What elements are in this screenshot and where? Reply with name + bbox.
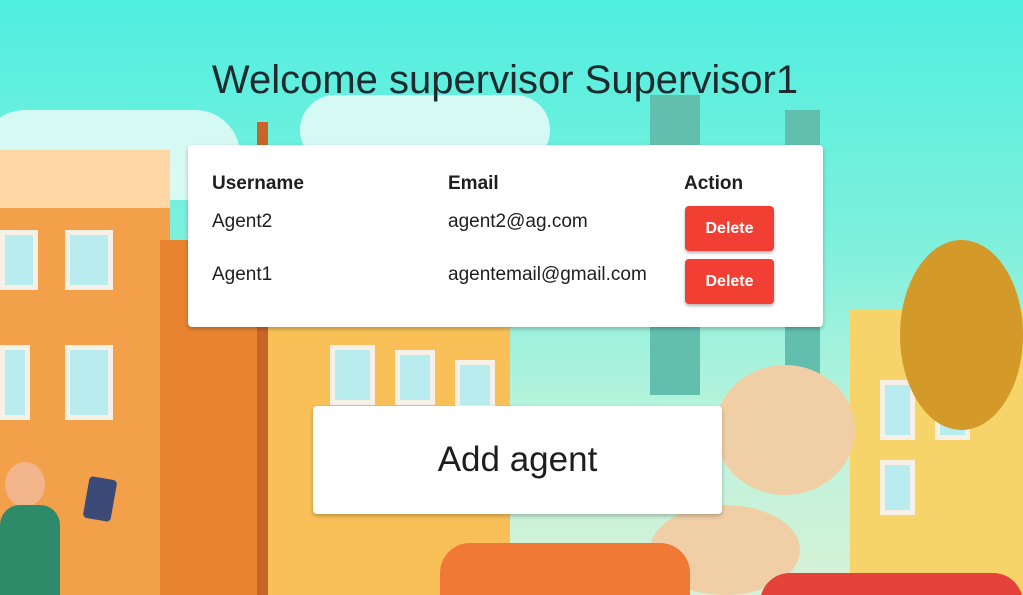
person <box>0 505 60 595</box>
agent-email: agentemail@gmail.com <box>448 264 647 285</box>
person <box>5 462 45 507</box>
car <box>440 543 690 595</box>
car <box>760 573 1023 595</box>
tree <box>900 240 1023 430</box>
page-title: Welcome supervisor Supervisor1 <box>211 58 799 102</box>
agent-username: Agent1 <box>212 264 273 285</box>
agents-table: Username Email Action Agent2 agent2@ag.c… <box>188 145 823 327</box>
column-header-email: Email <box>448 173 499 194</box>
smoke-cloud <box>715 365 855 495</box>
column-header-username: Username <box>212 173 304 194</box>
agent-username: Agent2 <box>212 211 273 232</box>
agent-email: agent2@ag.com <box>448 211 588 232</box>
delete-agent-button[interactable]: Delete <box>685 259 774 304</box>
delete-agent-button[interactable]: Delete <box>685 206 774 251</box>
column-header-action: Action <box>684 173 744 194</box>
add-agent-button[interactable]: Add agent <box>313 406 722 514</box>
